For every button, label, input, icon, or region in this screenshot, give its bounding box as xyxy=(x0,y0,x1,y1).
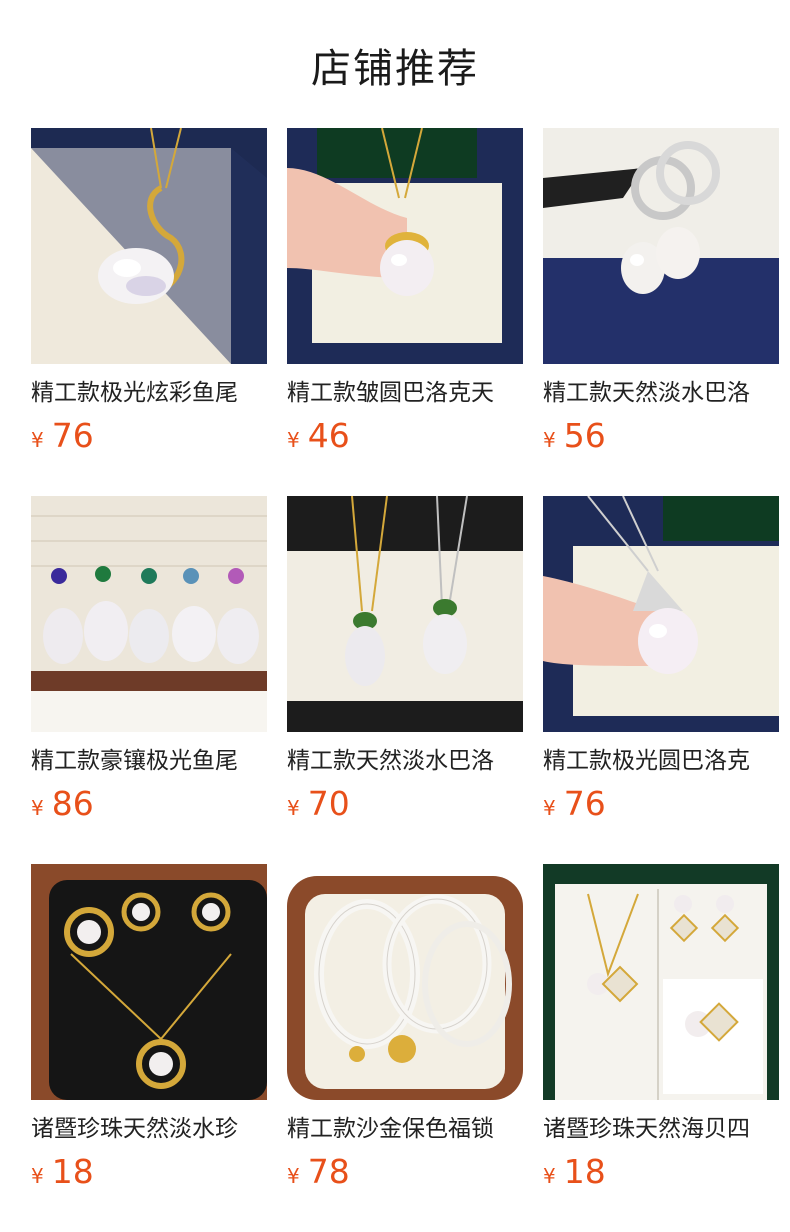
currency-symbol: ¥ xyxy=(31,428,44,452)
currency-symbol: ¥ xyxy=(543,796,556,820)
product-price: ¥86 xyxy=(31,786,267,828)
product-name: 精工款极光炫彩鱼尾 xyxy=(31,380,238,406)
pearl-bracelets-icon xyxy=(287,864,523,1100)
product-name: 精工款天然淡水巴洛 xyxy=(543,380,750,406)
pearl-clover-set-icon xyxy=(543,864,779,1100)
product-price: ¥70 xyxy=(287,786,523,828)
product-name: 诸暨珍珠天然海贝四 xyxy=(543,1116,750,1142)
price-value: 18 xyxy=(563,1152,606,1191)
product-image[interactable] xyxy=(543,864,779,1100)
currency-symbol: ¥ xyxy=(287,428,300,452)
product-card[interactable]: 精工款皱圆巴洛克天 ¥46 xyxy=(287,128,523,496)
product-image[interactable] xyxy=(287,496,523,732)
price-value: 70 xyxy=(307,784,350,823)
product-card[interactable]: 精工款极光圆巴洛克 ¥76 xyxy=(543,496,779,864)
shop-recommendation-page: 店铺推荐 精工款极光炫彩鱼尾 ¥76 精工款皱圆巴洛克天 ¥ 46 精工款天然淡… xyxy=(0,0,790,1232)
product-card[interactable]: 精工款天然淡水巴洛 ¥56 xyxy=(543,128,779,496)
product-name: 诸暨珍珠天然淡水珍 xyxy=(31,1116,238,1142)
product-price: ¥18 xyxy=(31,1154,267,1196)
price-value: 18 xyxy=(51,1152,94,1191)
price-value: 78 xyxy=(307,1152,350,1191)
product-price: ¥78 xyxy=(287,1154,523,1196)
section-title: 店铺推荐 xyxy=(311,46,479,92)
currency-symbol: ¥ xyxy=(543,1164,556,1188)
product-card[interactable]: 精工款天然淡水巴洛 ¥70 xyxy=(287,496,523,864)
pearl-pendant-icon xyxy=(543,496,779,732)
price-value: 76 xyxy=(51,416,94,455)
pearl-jewelry-set-icon xyxy=(31,864,267,1100)
pearl-earrings-icon xyxy=(543,128,779,364)
price-value: 76 xyxy=(563,784,606,823)
product-price: ¥46 xyxy=(287,418,523,460)
product-image[interactable] xyxy=(287,864,523,1100)
product-image[interactable] xyxy=(543,496,779,732)
price-value: 46 xyxy=(307,416,350,455)
pearl-pendant-icon xyxy=(287,128,523,364)
pearl-swan-pendant-icon xyxy=(31,128,267,364)
product-card[interactable]: 精工款极光炫彩鱼尾 ¥76 xyxy=(31,128,267,496)
pearl-necklaces-icon xyxy=(287,496,523,732)
product-card[interactable]: 精工款沙金保色福锁 ¥78 xyxy=(287,864,523,1232)
product-card[interactable]: 诸暨珍珠天然海贝四 ¥18 xyxy=(543,864,779,1232)
price-value: 86 xyxy=(51,784,94,823)
pearl-drops-row-icon xyxy=(31,496,267,732)
currency-symbol: ¥ xyxy=(287,796,300,820)
product-image[interactable] xyxy=(31,496,267,732)
product-price: ¥56 xyxy=(543,418,779,460)
currency-symbol: ¥ xyxy=(287,1164,300,1188)
product-image[interactable] xyxy=(543,128,779,364)
product-name: 精工款沙金保色福锁 xyxy=(287,1116,494,1142)
product-price: ¥76 xyxy=(543,786,779,828)
product-name: 精工款天然淡水巴洛 xyxy=(287,748,494,774)
product-image[interactable] xyxy=(31,128,267,364)
product-image[interactable] xyxy=(31,864,267,1100)
product-name: 精工款皱圆巴洛克天 xyxy=(287,380,494,406)
product-price: ¥18 xyxy=(543,1154,779,1196)
product-grid: 精工款极光炫彩鱼尾 ¥76 精工款皱圆巴洛克天 ¥ 46 精工款天然淡水巴洛 ¥… xyxy=(31,128,779,1232)
currency-symbol: ¥ xyxy=(543,428,556,452)
product-price: ¥76 xyxy=(31,418,267,460)
currency-symbol: ¥ xyxy=(31,1164,44,1188)
price-value: 56 xyxy=(563,416,606,455)
product-card[interactable]: 诸暨珍珠天然淡水珍 ¥18 xyxy=(31,864,267,1232)
product-name: 精工款豪镶极光鱼尾 xyxy=(31,748,238,774)
product-name: 精工款极光圆巴洛克 xyxy=(543,748,750,774)
currency-symbol: ¥ xyxy=(31,796,44,820)
product-card[interactable]: 精工款豪镶极光鱼尾 ¥86 xyxy=(31,496,267,864)
product-image[interactable] xyxy=(287,128,523,364)
